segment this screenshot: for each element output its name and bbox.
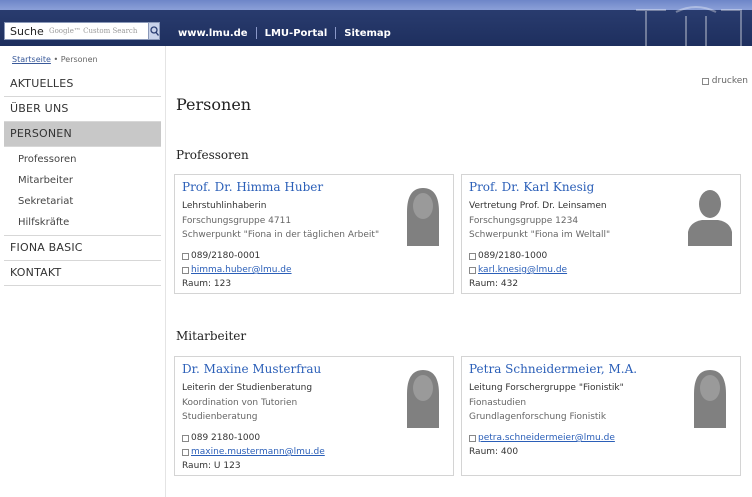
person-email-link[interactable]: himma.huber@lmu.de	[191, 265, 292, 275]
sidebar-submenu: Professoren Mitarbeiter Sekretariat Hilf…	[4, 147, 161, 236]
person-detail: Grundlagenforschung Fionistik	[469, 412, 607, 422]
topnav-link-lmu[interactable]: www.lmu.de	[176, 28, 256, 39]
person-phone-value: 089/2180-0001	[191, 251, 261, 261]
person-room: Raum: 432	[469, 279, 519, 289]
male-silhouette-icon	[686, 182, 734, 246]
search-label: Suche	[10, 25, 44, 38]
person-detail: Fionastudien	[469, 398, 527, 408]
person-name-link[interactable]: Dr. Maxine Musterfrau	[182, 362, 321, 376]
person-email-link[interactable]: maxine.mustermann@lmu.de	[191, 447, 325, 457]
mail-icon	[469, 266, 476, 274]
breadcrumb-home-link[interactable]: Startseite	[12, 55, 51, 64]
person-name-link[interactable]: Petra Schneidermeier, M.A.	[469, 362, 637, 376]
sidebar-item-ueber-uns[interactable]: ÜBER UNS	[4, 97, 161, 122]
person-phone: 089 2180-1000	[182, 433, 260, 443]
person-card: Prof. Dr. Himma Huber Lehrstuhlinhaberin…	[174, 174, 454, 294]
topnav-link-portal[interactable]: LMU-Portal	[257, 28, 336, 39]
mail-icon	[469, 434, 476, 442]
top-bar: Suche Google™ Custom Search www.lmu.de L…	[0, 0, 752, 46]
sidebar-subitem-professoren[interactable]: Professoren	[4, 149, 161, 170]
phone-icon	[182, 252, 189, 260]
search-placeholder: Google™ Custom Search	[49, 27, 138, 35]
person-role: Vertretung Prof. Dr. Leinsamen	[469, 201, 607, 211]
person-room: Raum: 400	[469, 447, 519, 457]
female-silhouette-icon	[686, 364, 734, 428]
person-card: Petra Schneidermeier, M.A. Leitung Forsc…	[461, 356, 741, 476]
sidebar: AKTUELLES ÜBER UNS PERSONEN Professoren …	[4, 72, 161, 286]
sidebar-item-fiona-basic[interactable]: FIONA BASIC	[4, 236, 161, 261]
person-role: Lehrstuhlinhaberin	[182, 201, 267, 211]
breadcrumb-current: Personen	[60, 55, 98, 64]
person-room: Raum: 123	[182, 279, 232, 289]
person-detail: Forschungsgruppe 1234	[469, 216, 579, 226]
female-silhouette-icon	[399, 182, 447, 246]
sidebar-subitem-mitarbeiter[interactable]: Mitarbeiter	[4, 170, 161, 191]
person-role: Leitung Forschergruppe "Fionistik"	[469, 383, 624, 393]
breadcrumb: Startseite • Personen	[12, 55, 98, 64]
lmu-seal-icon	[636, 6, 742, 46]
person-phone: 089/2180-1000	[469, 251, 547, 261]
printer-icon	[701, 77, 709, 85]
search-input[interactable]: Suche Google™ Custom Search	[4, 22, 158, 40]
sidebar-item-personen[interactable]: PERSONEN	[4, 122, 161, 147]
person-detail: Forschungsgruppe 4711	[182, 216, 292, 226]
person-phone-value: 089 2180-1000	[191, 433, 261, 443]
person-email: petra.schneidermeier@lmu.de	[469, 433, 615, 443]
person-detail: Koordination von Tutorien	[182, 398, 298, 408]
phone-icon	[469, 252, 476, 260]
person-name-link[interactable]: Prof. Dr. Himma Huber	[182, 180, 323, 194]
person-detail: Studienberatung	[182, 412, 258, 422]
sidebar-item-aktuelles[interactable]: AKTUELLES	[4, 72, 161, 97]
search-icon	[150, 26, 159, 36]
mail-icon	[182, 266, 189, 274]
phone-icon	[182, 434, 189, 442]
sidebar-subitem-sekretariat[interactable]: Sekretariat	[4, 191, 161, 212]
person-email-link[interactable]: karl.knesig@lmu.de	[478, 265, 567, 275]
topnav-link-sitemap[interactable]: Sitemap	[336, 28, 399, 39]
person-role: Leiterin der Studienberatung	[182, 383, 313, 393]
section-title-professoren: Professoren	[176, 148, 249, 162]
sidebar-divider	[165, 46, 166, 497]
person-phone-value: 089/2180-1000	[478, 251, 548, 261]
person-room: Raum: U 123	[182, 461, 241, 471]
person-email: karl.knesig@lmu.de	[469, 265, 567, 275]
top-navigation: www.lmu.de LMU-Portal Sitemap	[176, 27, 399, 39]
person-email: maxine.mustermann@lmu.de	[182, 447, 325, 457]
sidebar-subitem-hilfskraefte[interactable]: Hilfskräfte	[4, 212, 161, 233]
person-email: himma.huber@lmu.de	[182, 265, 292, 275]
person-card: Dr. Maxine Musterfrau Leiterin der Studi…	[174, 356, 454, 476]
person-detail: Schwerpunkt "Fiona in der täglichen Arbe…	[182, 230, 380, 240]
person-phone: 089/2180-0001	[182, 251, 260, 261]
print-label: drucken	[711, 76, 748, 86]
person-detail: Schwerpunkt "Fiona im Weltall"	[469, 230, 611, 240]
person-email-link[interactable]: petra.schneidermeier@lmu.de	[478, 433, 615, 443]
section-title-mitarbeiter: Mitarbeiter	[176, 329, 247, 343]
breadcrumb-separator: •	[53, 55, 59, 64]
person-card: Prof. Dr. Karl Knesig Vertretung Prof. D…	[461, 174, 741, 294]
mail-icon	[182, 448, 189, 456]
female-silhouette-icon	[399, 364, 447, 428]
print-link[interactable]: drucken	[701, 76, 748, 86]
sidebar-item-kontakt[interactable]: KONTAKT	[4, 261, 161, 286]
page-title: Personen	[176, 95, 252, 114]
search-button[interactable]	[148, 22, 160, 40]
person-name-link[interactable]: Prof. Dr. Karl Knesig	[469, 180, 594, 194]
